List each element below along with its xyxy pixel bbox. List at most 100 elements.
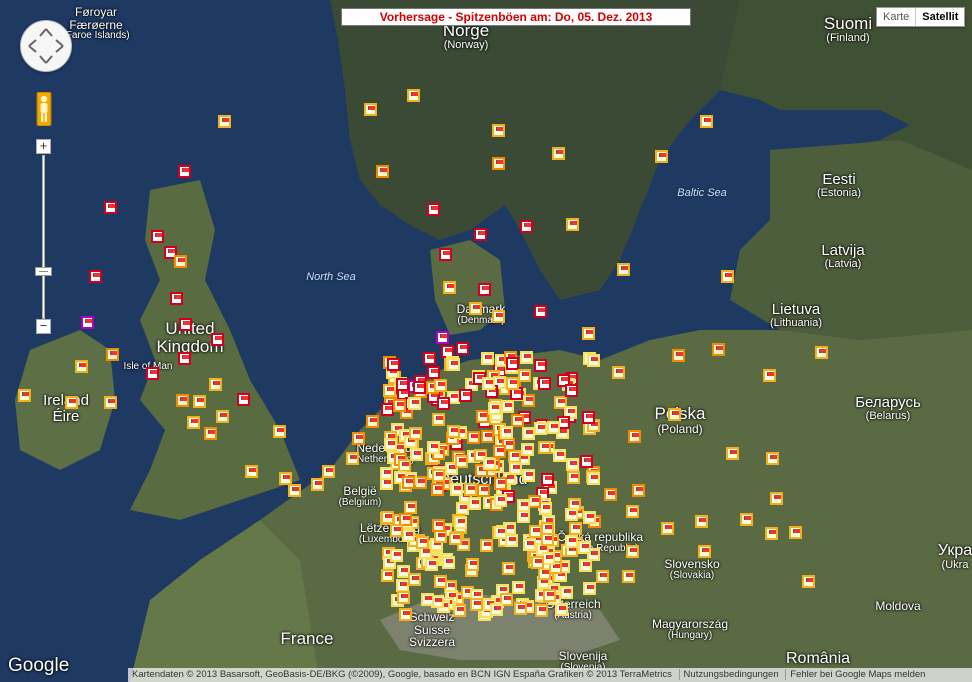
station-flag-icon[interactable] [464,483,477,496]
station-flag-icon[interactable] [288,484,301,497]
zoom-out-button[interactable]: − [36,319,51,334]
pan-control-icon[interactable] [20,20,72,72]
station-flag-icon[interactable] [218,115,231,128]
station-flag-icon[interactable] [509,462,522,475]
station-flag-icon[interactable] [469,302,482,315]
station-flag-icon[interactable] [352,432,365,445]
station-flag-icon[interactable] [567,471,580,484]
station-flag-icon[interactable] [763,369,776,382]
station-flag-icon[interactable] [505,534,518,547]
station-flag-icon[interactable] [449,532,462,545]
station-flag-icon[interactable] [494,494,507,507]
station-flag-icon[interactable] [478,283,491,296]
station-flag-icon[interactable] [580,455,593,468]
station-flag-icon[interactable] [178,352,191,365]
station-flag-icon[interactable] [492,310,505,323]
station-flag-icon[interactable] [409,427,422,440]
zoom-in-button[interactable]: + [36,139,51,154]
station-flag-icon[interactable] [432,469,445,482]
station-flag-icon[interactable] [427,366,440,379]
station-flag-icon[interactable] [596,570,609,583]
station-flag-icon[interactable] [700,115,713,128]
station-flag-icon[interactable] [534,422,547,435]
station-flag-icon[interactable] [482,377,495,390]
station-flag-icon[interactable] [512,581,525,594]
station-flag-icon[interactable] [726,447,739,460]
station-flag-icon[interactable] [552,147,565,160]
station-flag-icon[interactable] [413,381,426,394]
station-flag-icon[interactable] [712,343,725,356]
station-flag-icon[interactable] [481,430,494,443]
station-flag-icon[interactable] [655,150,668,163]
station-flag-icon[interactable] [402,529,415,542]
station-flag-icon[interactable] [436,331,449,344]
station-flag-icon[interactable] [456,342,469,355]
station-flag-icon[interactable] [390,549,403,562]
station-flag-icon[interactable] [541,522,554,535]
station-flag-icon[interactable] [65,396,78,409]
station-flag-icon[interactable] [447,425,460,438]
station-flag-icon[interactable] [514,602,527,615]
station-flag-icon[interactable] [604,488,617,501]
station-flag-icon[interactable] [89,270,102,283]
station-flag-icon[interactable] [376,165,389,178]
station-flag-icon[interactable] [520,351,533,364]
station-flag-icon[interactable] [626,505,639,518]
station-flag-icon[interactable] [408,397,421,410]
station-flag-icon[interactable] [443,281,456,294]
station-flag-icon[interactable] [459,389,472,402]
station-flag-icon[interactable] [617,263,630,276]
station-flag-icon[interactable] [502,562,515,575]
station-flag-icon[interactable] [364,103,377,116]
station-flag-icon[interactable] [151,230,164,243]
station-flag-icon[interactable] [455,455,468,468]
station-flag-icon[interactable] [178,165,191,178]
station-flag-icon[interactable] [553,449,566,462]
station-flag-icon[interactable] [427,441,440,454]
station-flag-icon[interactable] [273,425,286,438]
station-flag-icon[interactable] [174,255,187,268]
station-flag-icon[interactable] [245,465,258,478]
station-flag-icon[interactable] [583,582,596,595]
station-flag-icon[interactable] [695,515,708,528]
station-flag-icon[interactable] [209,378,222,391]
station-flag-icon[interactable] [421,593,434,606]
station-flag-icon[interactable] [477,484,490,497]
station-flag-icon[interactable] [543,589,556,602]
station-flag-icon[interactable] [447,358,460,371]
station-flag-icon[interactable] [432,519,445,532]
station-flag-icon[interactable] [672,349,685,362]
station-flag-icon[interactable] [427,203,440,216]
station-flag-icon[interactable] [381,569,394,582]
station-flag-icon[interactable] [789,526,802,539]
station-flag-icon[interactable] [346,452,359,465]
station-flag-icon[interactable] [416,536,429,549]
station-flag-icon[interactable] [216,410,229,423]
station-flag-icon[interactable] [582,327,595,340]
station-flag-icon[interactable] [560,586,573,599]
station-flag-icon[interactable] [470,598,483,611]
station-flag-icon[interactable] [104,396,117,409]
station-flag-icon[interactable] [104,201,117,214]
station-flag-icon[interactable] [632,484,645,497]
station-flag-icon[interactable] [518,369,531,382]
station-flag-icon[interactable] [766,452,779,465]
station-flag-icon[interactable] [802,575,815,588]
station-flag-icon[interactable] [587,354,600,367]
station-flag-icon[interactable] [75,360,88,373]
station-flag-icon[interactable] [506,377,519,390]
station-flag-icon[interactable] [402,476,415,489]
station-flag-icon[interactable] [566,458,579,471]
station-flag-icon[interactable] [187,416,200,429]
station-flag-icon[interactable] [538,377,551,390]
station-flag-icon[interactable] [322,465,335,478]
station-flag-icon[interactable] [583,511,596,524]
station-flag-icon[interactable] [569,522,582,535]
station-flag-icon[interactable] [434,575,447,588]
station-flag-icon[interactable] [492,124,505,137]
station-flag-icon[interactable] [450,483,463,496]
station-flag-icon[interactable] [490,603,503,616]
station-flag-icon[interactable] [454,516,467,529]
station-flag-icon[interactable] [397,591,410,604]
station-flag-icon[interactable] [423,352,436,365]
